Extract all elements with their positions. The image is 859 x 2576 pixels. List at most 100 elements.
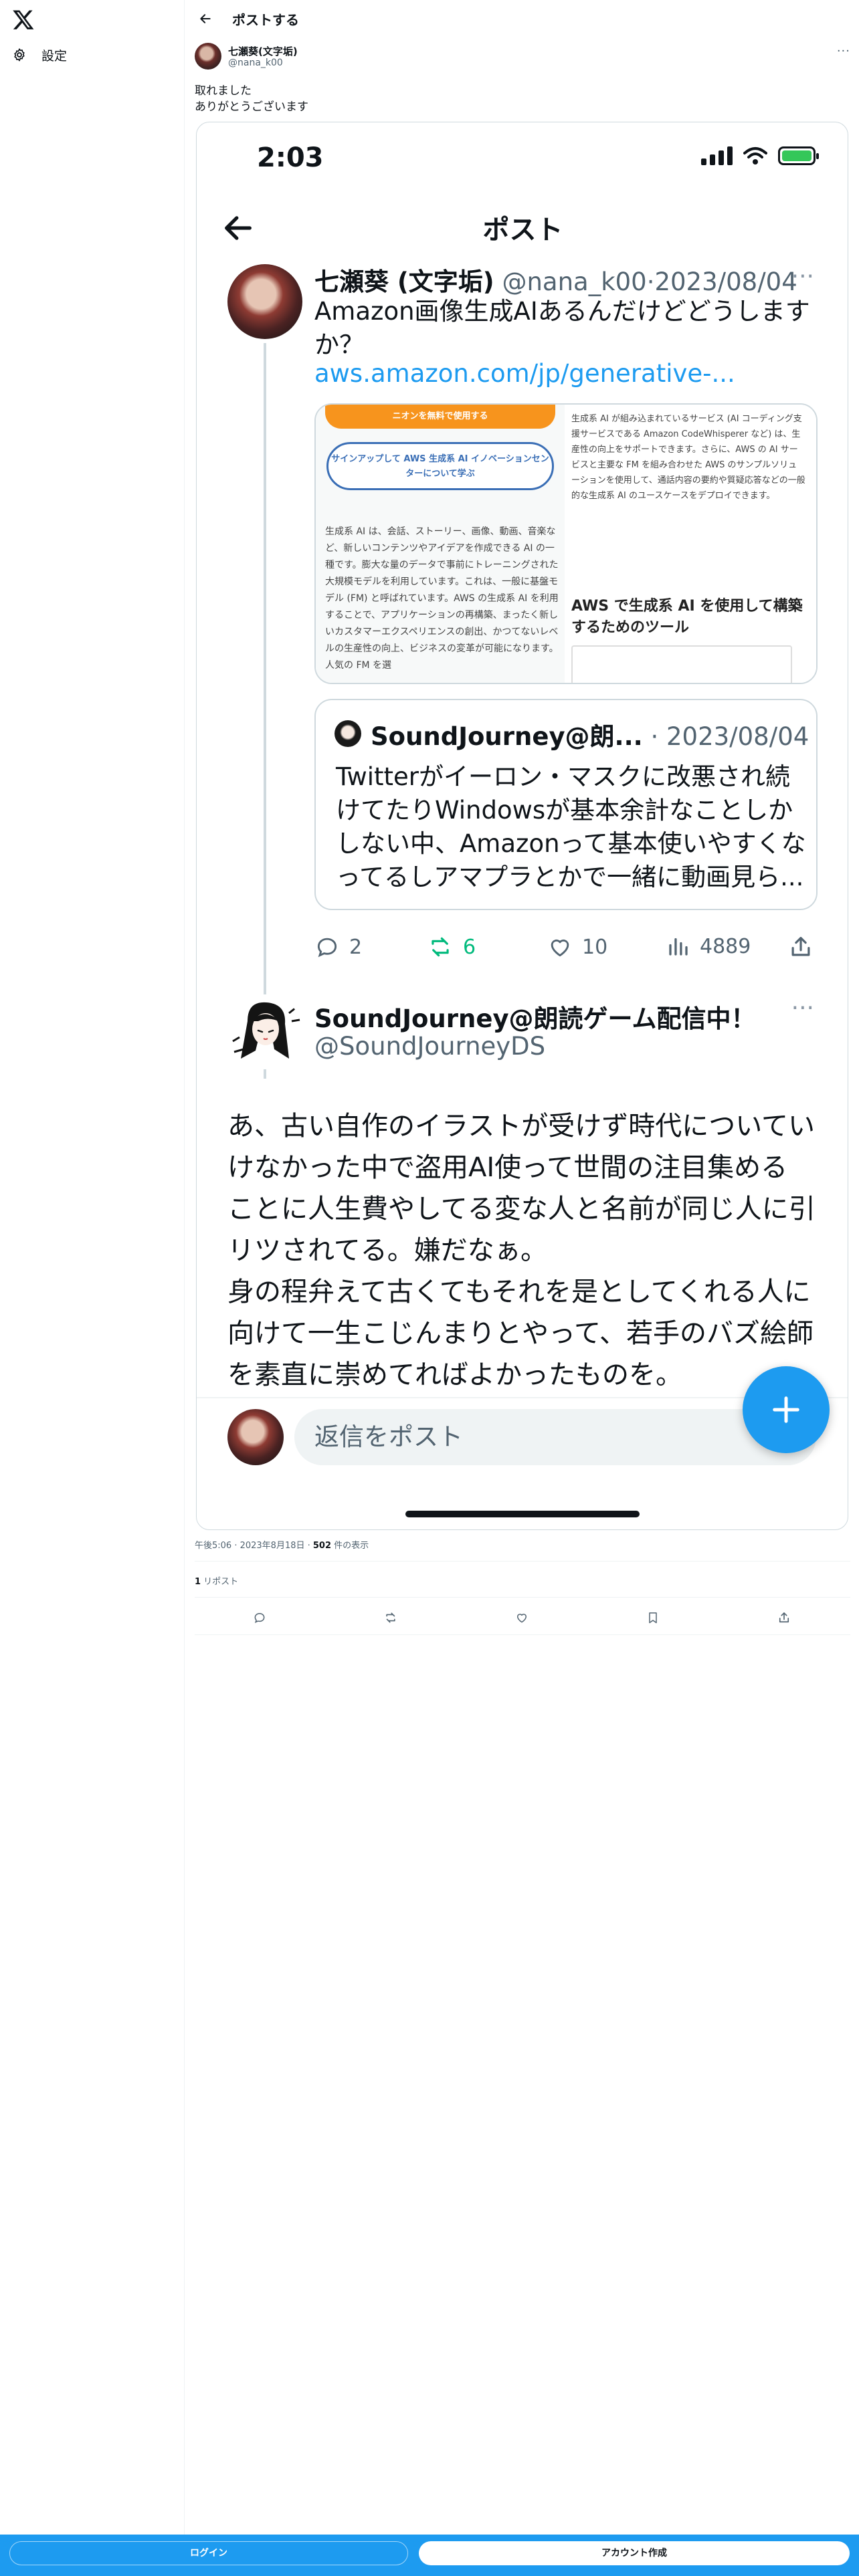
thread-line — [264, 343, 266, 1079]
quoted-author-name: SoundJourney@朗... — [371, 722, 643, 751]
tweet-actions: 2 6 10 4889 — [314, 934, 818, 968]
like-count: 10 — [582, 935, 608, 959]
like-stat: 10 — [547, 934, 607, 960]
post-meta: 午後5:06 · 2023年8月18日 · 502 件の表示 — [195, 1538, 369, 1551]
tweet-text-line: あ、古い自作のイラストが受けず時代についてい — [227, 1111, 815, 1142]
gear-icon — [14, 48, 25, 62]
card-image-right: 生成系 AI が組み込まれているサービス (AI コーディング支援サービスである… — [565, 405, 816, 683]
tweet-author-name: 七瀬葵 (文字垢) — [314, 267, 494, 296]
views-count: 502 — [312, 1541, 332, 1551]
quoted-tweet-date: · 2023/08/04 — [642, 722, 809, 751]
divider — [195, 1561, 850, 1562]
post-text-line: ありがとうございます — [195, 100, 308, 114]
quoted-tweet-text: Twitterがイーロン・マスクに改悪され続 けてたりWindowsが基本余計な… — [336, 760, 806, 894]
card-tool-box — [571, 645, 792, 683]
post-timestamp[interactable]: 午後5:06 · 2023年8月18日 · — [195, 1541, 313, 1551]
share-button[interactable] — [774, 1608, 794, 1628]
tweet-text: あ、古い自作のイラストが受けず時代についてい けなかった中で盗用AI使って世間の… — [227, 1105, 816, 1396]
quoted-text-line: しない中、Amazonって基本使いやすくな — [336, 829, 806, 858]
quoted-text-line: Twitterがイーロン・マスクに改悪され続 — [336, 762, 791, 791]
quoted-tweet-header: SoundJourney@朗... · 2023/08/04 — [371, 716, 809, 752]
more-options-icon: ··· — [791, 263, 814, 290]
views-stat: 4889 — [666, 934, 751, 958]
share-icon — [779, 1612, 789, 1623]
settings-link[interactable]: 設定 — [12, 41, 67, 68]
divider — [195, 1634, 850, 1635]
repost-icon — [432, 937, 449, 957]
card-left-text: 生成系 AI は、会話、ストーリー、画像、動画、音楽など、新しいコンテンツやアイ… — [325, 526, 559, 671]
quoted-tweet: SoundJourney@朗... · 2023/08/04 Twitterがイ… — [314, 699, 818, 910]
compose-fab — [743, 1366, 830, 1453]
tweet-text-line: を素直に崇めてればよかったものを。 — [227, 1360, 682, 1390]
heart-icon — [551, 939, 569, 957]
status-time: 2:03 — [257, 142, 324, 173]
home-indicator — [405, 1511, 640, 1517]
tweet-link: aws.amazon.com/jp/generative-... — [314, 359, 735, 388]
arrow-left-icon — [200, 14, 211, 23]
tweet-text-line: か？ — [314, 330, 364, 359]
card-right-text: 生成系 AI が組み込まれているサービス (AI コーディング支援サービスである… — [571, 414, 805, 501]
reply-icon — [254, 1612, 265, 1624]
more-options-icon: ··· — [791, 994, 814, 1022]
repost-label: リポスト — [201, 1577, 239, 1587]
quoted-text-line: けてたりWindowsが基本余計なことしか — [336, 796, 793, 825]
repost-count: 1 — [195, 1577, 201, 1587]
post-text-line: 取れました — [195, 84, 252, 98]
top-bar: ポストする — [185, 0, 859, 37]
repost-count: 6 — [463, 935, 476, 959]
main-column: ポストする 七瀬葵(文字垢) @nana_k00 ··· 取れました ありがとう… — [185, 0, 859, 2535]
tweet-text-line: けなかった中で盗用AI使って世間の注目集める — [227, 1152, 788, 1183]
tweet-text: Amazon画像生成AIあるんだけどどうします か？ — [314, 295, 810, 362]
tweet-header: 七瀬葵 (文字垢) @nana_k00·2023/08/04 — [314, 261, 797, 298]
views-label: 件の表示 — [331, 1541, 369, 1551]
reply-stat: 2 — [314, 934, 362, 960]
status-icons — [701, 146, 819, 165]
divider — [195, 1597, 850, 1598]
signal-icon — [701, 146, 733, 165]
tweet-author-handle: @SoundJourneyDS — [314, 1032, 546, 1061]
avatar — [227, 1409, 284, 1465]
plus-icon — [773, 1396, 799, 1423]
reply-input: 返信をポスト — [294, 1409, 816, 1465]
bar-chart-icon — [669, 938, 688, 956]
share-icon — [791, 936, 810, 956]
page-title: ポストする — [232, 12, 299, 28]
quoted-text-line: ってるしアマプラとかで一緒に動画見ら... — [336, 863, 804, 891]
like-button[interactable] — [512, 1608, 532, 1628]
card-heading: AWS で生成系 AI を使用して構築するためのツール — [571, 598, 803, 636]
avatar — [335, 720, 361, 747]
back-button[interactable] — [195, 8, 216, 29]
settings-label: 設定 — [41, 48, 68, 64]
wifi-icon — [743, 147, 767, 165]
card-image-left: ニオンを無料で使用する サインアップして AWS 生成系 AI イノベーションセ… — [316, 405, 565, 683]
bookmark-button[interactable] — [643, 1608, 663, 1628]
reply-button[interactable] — [250, 1608, 270, 1628]
repost-icon — [386, 1612, 395, 1623]
repost-stat: 6 — [427, 934, 476, 960]
login-button[interactable]: ログイン — [9, 2541, 408, 2565]
post-actions — [185, 1605, 859, 1632]
attached-image[interactable]: 2:03 ポスト 七瀬葵 (文字垢) @nana_k00·2023/08/04 … — [196, 122, 848, 1530]
tweet-text-line: Amazon画像生成AIあるんだけどどうします — [314, 297, 810, 326]
reply-icon — [317, 938, 337, 958]
tweet-text-line: ことに人生費やしてる変な人と名前が同じ人に引 — [227, 1194, 816, 1224]
more-options-icon[interactable]: ··· — [837, 44, 850, 58]
repost-summary[interactable]: 1 リポスト — [195, 1574, 238, 1587]
signup-button[interactable]: アカウント作成 — [419, 2541, 850, 2565]
reply-count: 2 — [349, 935, 363, 959]
card-orange-banner: ニオンを無料で使用する — [325, 405, 555, 429]
avatar[interactable] — [195, 43, 221, 70]
illustrated-avatar-icon — [232, 1002, 300, 1059]
repost-button[interactable] — [381, 1608, 401, 1628]
author-name[interactable]: 七瀬葵(文字垢) — [228, 44, 298, 58]
x-logo-icon[interactable] — [12, 8, 35, 31]
avatar — [227, 264, 302, 339]
tweet-author-name: SoundJourney@朗読ゲーム配信中！ — [314, 1004, 756, 1033]
tweet-author-handle: @nana_k00·2023/08/04 — [494, 267, 797, 296]
post-author: 七瀬葵(文字垢) @nana_k00 ··· — [195, 41, 850, 72]
author-handle[interactable]: @nana_k00 — [228, 58, 283, 68]
screenshot-header-title: ポスト — [482, 215, 563, 245]
bookmark-icon — [649, 1612, 657, 1624]
bottom-signup-bar: ログイン アカウント作成 — [0, 2535, 859, 2576]
link-card: ニオンを無料で使用する サインアップして AWS 生成系 AI イノベーションセ… — [314, 403, 818, 684]
